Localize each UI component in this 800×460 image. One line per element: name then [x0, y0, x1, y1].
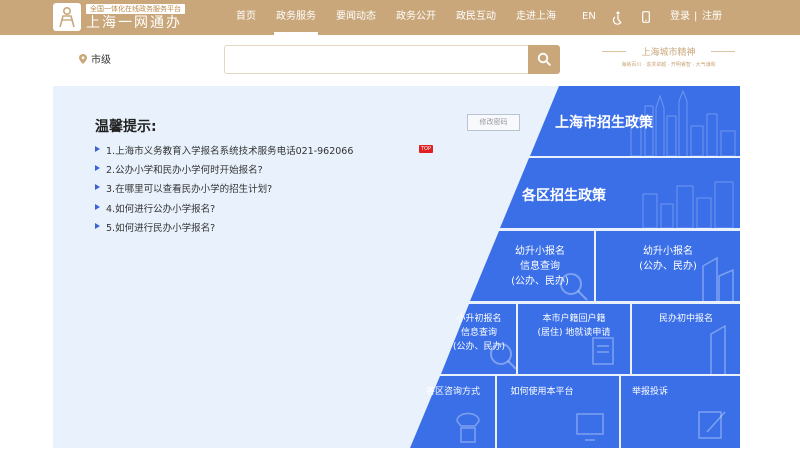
nav-government-services[interactable]: 政务服务 [274, 0, 318, 35]
brand-subtitle: 海纳百川 · 追求卓越 · 开明睿智 · 大气谦和 [621, 62, 716, 68]
tile-private-middle-label: 民办初中报名 [658, 314, 713, 324]
tile-kg-query-label: 幼升小报名 信息查询 (公办、民办) [511, 246, 569, 287]
register-link[interactable]: 注册 [702, 0, 722, 35]
site-logo[interactable]: 全国一体化在线政务服务平台 上海一网通办 [53, 3, 213, 32]
login-link[interactable]: 登录 [670, 0, 690, 35]
tile-district-consult-label: 各区咨询方式 [425, 387, 480, 397]
logo-name: 上海一网通办 [86, 15, 182, 31]
tile-report-label: 举报投诉 [631, 387, 668, 397]
change-password-button[interactable]: 修改密码 [467, 114, 520, 131]
city-spirit-brand: 上海城市精神 海纳百川 · 追求卓越 · 开明睿智 · 大气谦和 [596, 45, 741, 75]
brand-divider [711, 51, 735, 52]
logo-tagline: 全国一体化在线政务服务平台 [86, 4, 185, 14]
nav-news[interactable]: 要闻动态 [336, 0, 376, 35]
tile-how-to-use-label: 如何使用本平台 [510, 387, 574, 397]
search-input[interactable] [224, 45, 528, 74]
nav-home[interactable]: 首页 [236, 0, 256, 35]
nav-about-shanghai[interactable]: 走进上海 [516, 0, 556, 35]
main-panel: 温馨提示: 1.上海市义务教育入学报名系统技术服务电话021-962066 TO… [53, 86, 740, 448]
tile-city-policy-label: 上海市招生政策 [555, 115, 653, 131]
search-icon [537, 52, 551, 66]
nav-public-affairs[interactable]: 政务公开 [396, 0, 436, 35]
search-row: 市级 上海城市精神 海纳百川 · 追求卓越 · 开明睿智 · 大气谦和 [0, 35, 800, 85]
location-selector[interactable]: 市级 [91, 51, 111, 66]
language-switch[interactable]: EN [582, 0, 596, 35]
tile-kg-register-label: 幼升小报名 (公办、民办) [639, 246, 697, 272]
search-button[interactable] [528, 45, 560, 74]
tile-district-policy-label: 各区招生政策 [522, 188, 606, 204]
nav-citizen-interaction[interactable]: 政民互动 [456, 0, 496, 35]
tile-hukou-label: 本市户籍回户籍 (居住) 地就读申请 [537, 314, 611, 338]
login-register-separator: | [694, 11, 698, 22]
top-navigation-bar: 全国一体化在线政务服务平台 上海一网通办 首页 政务服务 要闻动态 政务公开 政… [0, 0, 800, 35]
location-pin-icon [79, 54, 87, 64]
logo-emblem-icon [53, 3, 81, 31]
tile-primary-to-middle-label: 小升初报名 信息查询 (公办、民办) [452, 314, 506, 352]
